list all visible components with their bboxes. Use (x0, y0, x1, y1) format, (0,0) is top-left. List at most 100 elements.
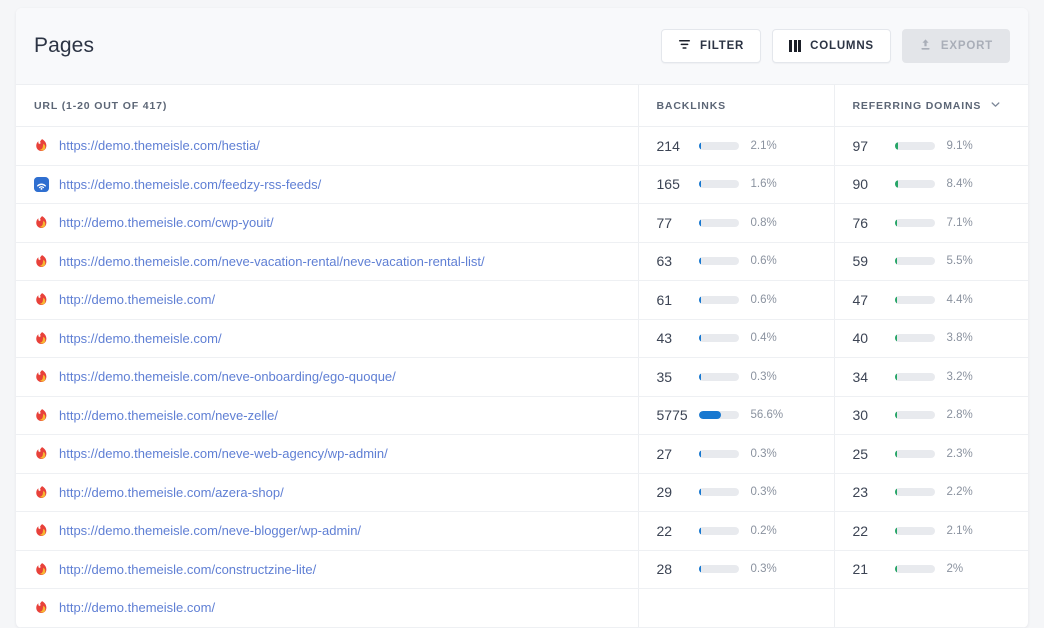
cell-backlinks-value: 77 (656, 214, 673, 231)
url-cell: http://demo.themeisle.com/neve-zelle/ (34, 408, 638, 423)
url-cell: https://demo.themeisle.com/hestia/ (34, 138, 638, 153)
toolbar-actions: FILTER COLUMNS EXPORT (660, 29, 1010, 63)
cell-backlinks-bar (698, 295, 739, 304)
table-row[interactable]: https://demo.themeisle.com/43 0.4% 40 3.8% (16, 319, 1028, 358)
cell-backlinks (637, 588, 834, 628)
cell-referring-domains-bar-fill (894, 526, 897, 535)
table-row[interactable]: http://demo.themeisle.com/61 0.6% 47 4.4% (16, 280, 1029, 320)
themeisle-flame-favicon (36, 216, 47, 229)
cell-referring-domains-bar (894, 372, 935, 381)
cell-referring-domains-bar-fill (894, 218, 898, 227)
url-link[interactable]: https://demo.themeisle.com/neve-web-agen… (59, 446, 388, 461)
column-header-referring-domains[interactable]: REFERRING DOMAINS (833, 84, 1028, 127)
cell-url: http://demo.themeisle.com/constructzine-… (16, 550, 638, 589)
cell-referring-domains-bar-fill (894, 180, 898, 189)
column-header-backlinks[interactable]: BACKLINKS (637, 84, 834, 127)
cell-backlinks-bar (698, 257, 739, 266)
cell-referring-domains-value: 59 (852, 253, 869, 270)
url-link[interactable]: http://demo.themeisle.com/constructzine-… (59, 562, 316, 577)
table-row[interactable]: https://demo.themeisle.com/neve-web-agen… (16, 434, 1028, 474)
cell-backlinks-value: 165 (656, 176, 680, 193)
cell-referring-domains: 30 2.8% (833, 396, 1028, 435)
cell-referring-domains-percent: 2% (946, 563, 964, 576)
url-link[interactable]: https://demo.themeisle.com/hestia/ (59, 138, 260, 153)
table-row[interactable]: https://demo.themeisle.com/neve-vacation… (16, 242, 1028, 281)
cell-backlinks-value: 63 (656, 253, 673, 270)
cell-backlinks: 214 2.1% (637, 126, 834, 166)
cell-referring-domains-metric: 59 5.5% (853, 253, 1029, 269)
pages-card: Pages FILTER COLUMNS EXPORT URL (1-20 OU… (16, 8, 1028, 628)
cell-referring-domains-bar-fill (894, 141, 899, 150)
url-link[interactable]: https://demo.themeisle.com/neve-vacation… (59, 254, 485, 269)
cell-referring-domains-percent: 2.1% (946, 524, 973, 537)
url-link[interactable]: http://demo.themeisle.com/azera-shop/ (59, 485, 284, 500)
cell-backlinks-bar-fill (698, 372, 701, 381)
cell-referring-domains: 90 8.4% (833, 165, 1029, 204)
cell-referring-domains-bar-fill (894, 449, 897, 458)
cell-url: http://demo.themeisle.com/ (16, 280, 638, 320)
table-row[interactable]: http://demo.themeisle.com/cwp-youit/77 0.… (16, 203, 1028, 243)
themeisle-flame-favicon (36, 331, 47, 344)
url-link[interactable]: https://demo.themeisle.com/neve-onboardi… (59, 369, 396, 384)
cell-referring-domains-value: 22 (852, 522, 869, 539)
table-row[interactable]: http://demo.themeisle.com/azera-shop/29 0… (16, 473, 1028, 512)
cell-backlinks-bar (698, 526, 739, 535)
url-link[interactable]: http://demo.themeisle.com/ (59, 600, 215, 615)
themeisle-flame-favicon (36, 524, 47, 537)
cell-referring-domains-value: 76 (852, 214, 869, 231)
table-row[interactable]: http://demo.themeisle.com/constructzine-… (16, 550, 1028, 589)
cell-backlinks-bar (698, 565, 739, 574)
table-row[interactable]: http://demo.themeisle.com/neve-zelle/577… (16, 396, 1028, 435)
url-cell: https://demo.themeisle.com/neve-web-agen… (34, 446, 638, 461)
column-header-url[interactable]: URL (1-20 OUT OF 417) (16, 84, 638, 127)
cell-backlinks-bar (698, 180, 739, 189)
url-link[interactable]: https://demo.themeisle.com/neve-blogger/… (59, 523, 361, 538)
cell-referring-domains-bar (894, 565, 935, 574)
themeisle-flame-favicon (36, 485, 47, 498)
cell-backlinks-bar-fill (698, 334, 701, 343)
page-title: Pages (34, 34, 95, 57)
cell-referring-domains-value: 40 (852, 330, 869, 347)
url-link[interactable]: http://demo.themeisle.com/ (59, 292, 215, 307)
table-body: https://demo.themeisle.com/hestia/214 2.1… (16, 126, 1029, 628)
cell-backlinks-bar-fill (698, 449, 701, 458)
cell-backlinks-value: 5775 (656, 407, 688, 424)
chevron-down-icon[interactable] (990, 99, 1001, 113)
themeisle-flame-favicon (36, 601, 47, 614)
cell-referring-domains: 34 3.2% (833, 357, 1029, 397)
cell-referring-domains-metric: 47 4.4% (853, 292, 1029, 308)
feedzy-rss-favicon (34, 176, 49, 192)
table-row[interactable]: https://demo.themeisle.com/neve-onboardi… (16, 357, 1029, 397)
cell-referring-domains-metric: 90 8.4% (853, 176, 1029, 192)
column-header-backlinks-label: BACKLINKS (656, 99, 726, 112)
cell-backlinks: 22 0.2% (637, 511, 834, 551)
cell-backlinks-bar-fill (698, 526, 701, 535)
themeisle-flame-favicon (36, 139, 47, 152)
themeisle-flame-favicon (36, 408, 47, 421)
cell-referring-domains-value: 90 (852, 176, 869, 193)
cell-backlinks-metric: 43 0.4% (657, 330, 834, 346)
table-row[interactable]: https://demo.themeisle.com/neve-blogger/… (16, 511, 1028, 551)
cell-referring-domains-bar (894, 218, 935, 227)
table-row[interactable]: https://demo.themeisle.com/feedzy-rss-fe… (16, 165, 1028, 204)
cell-referring-domains (833, 588, 1028, 628)
url-link[interactable]: https://demo.themeisle.com/feedzy-rss-fe… (59, 177, 321, 192)
cell-referring-domains-bar (894, 180, 935, 189)
table-row[interactable]: https://demo.themeisle.com/hestia/214 2.1… (16, 126, 1028, 166)
cell-backlinks-bar (698, 488, 739, 497)
cell-backlinks-metric: 22 0.2% (657, 523, 834, 539)
url-link[interactable]: http://demo.themeisle.com/cwp-youit/ (59, 215, 274, 230)
export-button[interactable]: EXPORT (901, 29, 1010, 63)
url-link[interactable]: https://demo.themeisle.com/ (59, 331, 222, 346)
themeisle-flame-favicon (36, 370, 47, 383)
cell-backlinks-percent: 56.6% (750, 409, 784, 422)
filter-button[interactable]: FILTER (660, 29, 762, 63)
columns-button[interactable]: COLUMNS (772, 29, 891, 63)
cell-referring-domains-metric: 34 3.2% (853, 369, 1029, 385)
cell-backlinks-bar-fill (698, 488, 701, 497)
table-row[interactable]: http://demo.themeisle.com/ (16, 588, 1028, 628)
url-cell: http://demo.themeisle.com/azera-shop/ (34, 485, 638, 500)
themeisle-flame-favicon (36, 447, 47, 460)
cell-backlinks-metric: 77 0.8% (657, 215, 834, 231)
url-link[interactable]: http://demo.themeisle.com/neve-zelle/ (59, 408, 278, 423)
